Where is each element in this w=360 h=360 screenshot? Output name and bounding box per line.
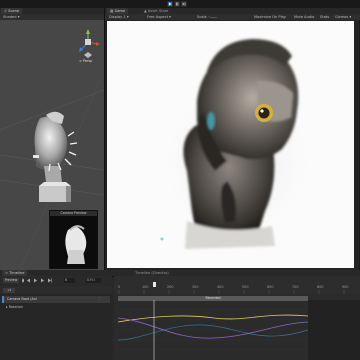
- stats-label: Stats: [320, 14, 330, 19]
- curve-editor-outside-clip: [308, 300, 360, 360]
- shading-mode-dropdown[interactable]: Shaded ▾: [3, 15, 20, 20]
- track-list: Camera Root (Ani ⋮ ▸ Rotation: [0, 294, 112, 360]
- playhead-handle[interactable]: [153, 282, 156, 287]
- play-icon: [169, 2, 172, 6]
- tab-scene-label: Scene: [8, 9, 20, 13]
- pause-icon: [176, 2, 179, 6]
- game-tab-icon: ■: [110, 9, 114, 13]
- expand-arrow-icon: ▸: [6, 305, 8, 309]
- scale-slider[interactable]: Scale ◦——: [197, 15, 217, 20]
- transport-icons: [22, 278, 52, 283]
- track-row[interactable]: Camera Root (Ani ⋮: [2, 296, 110, 303]
- curve-x: [117, 314, 309, 323]
- aspect-dropdown[interactable]: Free Aspect ▾: [147, 15, 171, 20]
- orientation-gizmo[interactable]: [79, 29, 100, 58]
- step-icon: [182, 2, 186, 6]
- tab-asset-store-label: Asset Store: [147, 9, 169, 13]
- asset-store-icon: ▲: [144, 9, 147, 13]
- stats-toggle[interactable]: Stats: [320, 15, 329, 20]
- top-bar: [0, 0, 360, 8]
- ruler-label-9: 900: [342, 285, 349, 289]
- preview-button[interactable]: Preview: [3, 278, 19, 283]
- perspective-label[interactable]: < Persp: [79, 59, 92, 63]
- timeline-ruler[interactable]: 0 100 200 300 400 500 600 700 800 900: [114, 276, 360, 294]
- frame-field[interactable]: 0: [64, 278, 75, 283]
- track-toolbar: +▾: [0, 286, 112, 294]
- track-options-icon[interactable]: ⋮: [98, 297, 101, 301]
- ruler-label-4: 400: [217, 285, 224, 289]
- add-track-button[interactable]: +▾: [3, 287, 15, 293]
- ruler-label-2: 200: [167, 285, 174, 289]
- camera-preview: Camera Preview: [49, 210, 98, 269]
- tab-timeline-director-label: Timeline (Director): [135, 271, 169, 275]
- shading-mode-label: Shaded: [3, 14, 17, 19]
- pause-button[interactable]: [174, 1, 180, 7]
- mute-audio-toggle[interactable]: Mute Audio: [294, 15, 314, 20]
- bust-model[interactable]: [34, 111, 71, 202]
- ruler-label-7: 700: [292, 285, 299, 289]
- curve-editor[interactable]: Recorded: [114, 294, 360, 360]
- tab-game-label: Game: [114, 9, 126, 13]
- neural-render-image: [142, 39, 332, 261]
- scene-view[interactable]: Camera Preview < Persp: [0, 20, 104, 270]
- scene-tab-icon: #: [4, 9, 8, 13]
- step-button[interactable]: [181, 1, 187, 7]
- display-dropdown[interactable]: Display 1 ▾: [109, 15, 129, 20]
- scale-label: Scale: [197, 14, 207, 19]
- frame-field-secondary[interactable]: 8391: [86, 278, 101, 283]
- ruler-label-1: 100: [142, 285, 149, 289]
- timeline-tab-icon: ≡: [5, 271, 9, 275]
- display-label: Display 1: [109, 14, 126, 19]
- ruler-label-3: 300: [192, 285, 199, 289]
- mute-label: Mute Audio: [294, 14, 315, 19]
- maximize-on-play-toggle[interactable]: Maximize On Play: [254, 15, 286, 20]
- ruler-label-8: 800: [317, 285, 324, 289]
- gizmos-dropdown[interactable]: Gizmos ▾: [335, 15, 351, 20]
- maximize-label: Maximize On Play: [254, 14, 286, 19]
- play-button[interactable]: [167, 1, 173, 7]
- timeline-transport: Preview 0 8391: [0, 276, 112, 285]
- property-label: Rotation: [8, 305, 23, 309]
- tab-timeline-label: Timeline: [9, 271, 25, 275]
- ruler-label-5: 500: [242, 285, 249, 289]
- camera-preview-image: [50, 216, 97, 268]
- ruler-label-6: 600: [267, 285, 274, 289]
- property-row[interactable]: ▸ Rotation: [6, 305, 23, 309]
- track-label: Camera Root (Ani: [7, 297, 37, 301]
- curve-y: [117, 317, 309, 339]
- game-render[interactable]: [107, 21, 354, 268]
- aspect-label: Free Aspect: [147, 14, 168, 19]
- gizmos-label: Gizmos: [335, 14, 349, 19]
- ruler-label-0: 0: [118, 285, 121, 289]
